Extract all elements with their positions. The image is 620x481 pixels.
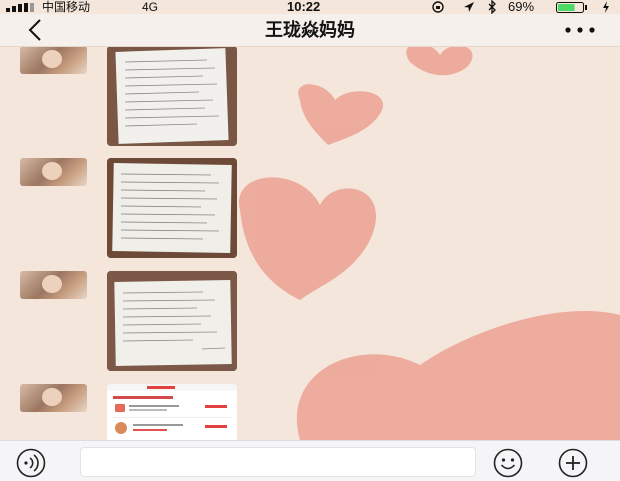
location-icon — [464, 2, 474, 12]
clock: 10:22 — [287, 0, 321, 14]
chat-wallpaper — [0, 0, 620, 480]
chat-title: 王珑焱妈妈 — [265, 20, 355, 40]
lock-rotation-icon — [432, 1, 444, 13]
message-input[interactable] — [80, 447, 476, 477]
charging-icon — [603, 1, 609, 13]
signal-icon — [6, 3, 34, 12]
status-bar: 中国移动 4G 10:22 69% — [0, 0, 620, 14]
chat-header: 王珑焱妈妈 — [0, 14, 620, 47]
network-label: 4G — [142, 0, 159, 14]
battery-percent: 69% — [508, 0, 535, 14]
battery-icon — [556, 2, 587, 13]
avatar[interactable] — [20, 158, 87, 186]
emoji-icon[interactable] — [493, 448, 523, 478]
more-icon[interactable] — [562, 19, 598, 41]
carrier-label: 中国移动 — [42, 0, 91, 14]
input-bar — [0, 440, 620, 481]
image-message[interactable] — [107, 271, 237, 371]
plus-icon[interactable] — [558, 448, 588, 478]
voice-icon[interactable] — [16, 448, 46, 478]
image-message[interactable] — [107, 384, 237, 440]
avatar[interactable] — [20, 384, 87, 412]
avatar[interactable] — [20, 46, 87, 74]
image-message[interactable] — [107, 158, 237, 258]
avatar[interactable] — [20, 271, 87, 299]
image-message[interactable] — [107, 46, 237, 146]
bluetooth-icon — [488, 0, 496, 14]
